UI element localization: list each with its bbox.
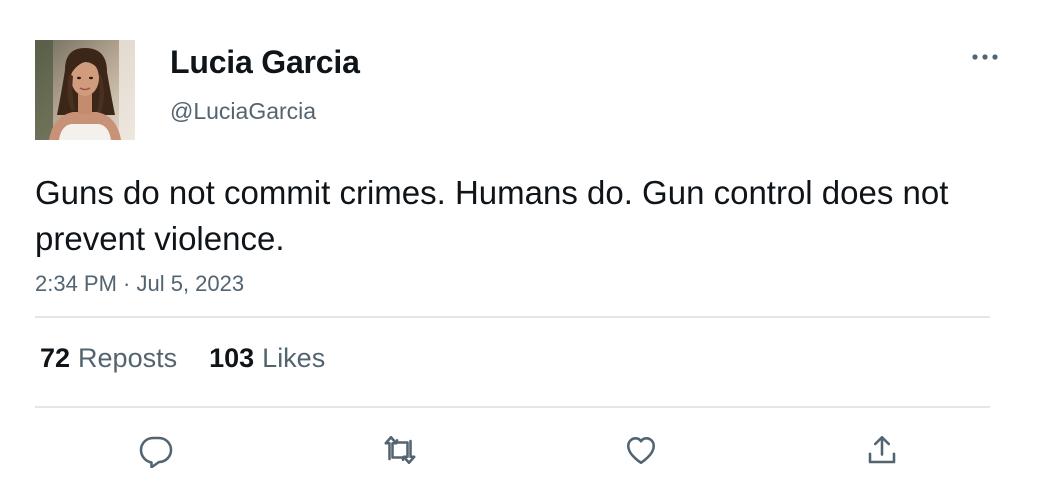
likes-stat[interactable]: 103 Likes: [209, 343, 325, 374]
repost-icon: [384, 435, 416, 465]
reply-button[interactable]: [134, 428, 178, 472]
heart-icon: [626, 437, 656, 465]
repost-button[interactable]: [378, 428, 422, 472]
reposts-count: 72: [40, 343, 71, 373]
more-horizontal-icon: [972, 54, 998, 60]
share-icon: [868, 435, 896, 464]
profile-photo: [35, 40, 135, 140]
tweet-timestamp[interactable]: 2:34 PM · Jul 5, 2023: [35, 271, 244, 297]
more-options-button[interactable]: [968, 42, 1002, 72]
user-handle[interactable]: @LuciaGarcia: [170, 98, 316, 125]
like-button[interactable]: [619, 428, 663, 472]
tweet-text: Guns do not commit crimes. Humans do. Gu…: [35, 174, 949, 257]
divider: [35, 406, 990, 408]
likes-label: Likes: [262, 343, 326, 373]
engagement-stats: 72 Reposts 103 Likes: [40, 343, 325, 374]
likes-count: 103: [209, 343, 255, 373]
tweet-card: Lucia Garcia @LuciaGarcia Guns do not co…: [0, 0, 1050, 480]
reposts-stat[interactable]: 72 Reposts: [40, 343, 177, 374]
share-button[interactable]: [860, 428, 904, 472]
display-name[interactable]: Lucia Garcia: [170, 44, 360, 81]
reply-icon: [139, 436, 173, 468]
reposts-label: Reposts: [78, 343, 178, 373]
divider: [35, 316, 990, 318]
avatar[interactable]: [35, 40, 135, 140]
